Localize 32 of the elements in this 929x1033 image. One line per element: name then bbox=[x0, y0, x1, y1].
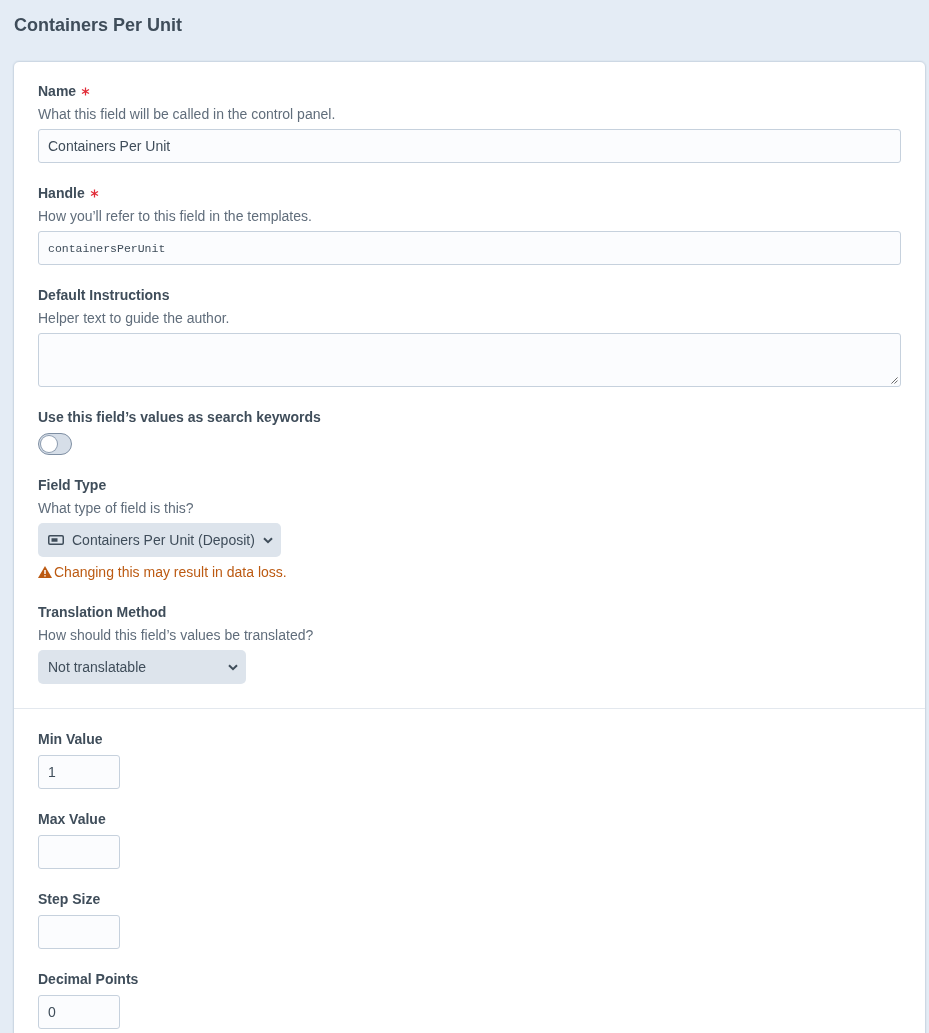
field-label: Field Type bbox=[38, 476, 107, 495]
resize-grip-icon[interactable] bbox=[891, 377, 898, 384]
number-input[interactable] bbox=[38, 915, 120, 949]
text-input[interactable]: containersPerUnit bbox=[38, 231, 901, 265]
field-label: Use this field’s values as search keywords bbox=[38, 408, 321, 427]
field-instructions: What this field will be called in the control panel. bbox=[38, 105, 336, 124]
field-instructions: What type of field is this? bbox=[38, 499, 194, 518]
field-instructions: Helper text to guide the author. bbox=[38, 309, 230, 328]
field-label: Max Value bbox=[38, 810, 106, 829]
warning-icon bbox=[38, 566, 52, 578]
field-label: Name bbox=[38, 82, 77, 101]
caret-icon bbox=[228, 663, 238, 671]
input-box-icon bbox=[48, 535, 64, 545]
textarea-field[interactable] bbox=[38, 333, 901, 387]
number-input[interactable]: 0 bbox=[38, 995, 120, 1029]
caret-icon bbox=[262, 536, 273, 544]
field-label: Handle bbox=[38, 184, 85, 203]
warning-text: Changing this may result in data loss. bbox=[54, 563, 287, 582]
field-instructions: How you’ll refer to this field in the templates. bbox=[38, 207, 312, 226]
field-label: Decimal Points bbox=[38, 970, 139, 989]
text-input[interactable]: Containers Per Unit bbox=[38, 129, 901, 163]
field-label: Default Instructions bbox=[38, 286, 170, 305]
field-label: Step Size bbox=[38, 890, 101, 909]
field-label: Min Value bbox=[38, 730, 103, 749]
select-menu[interactable]: Containers Per Unit (Deposit) bbox=[38, 523, 281, 557]
number-input[interactable]: 1 bbox=[38, 755, 120, 789]
page-title: Containers Per Unit bbox=[13, 14, 184, 37]
field-label: Translation Method bbox=[38, 603, 167, 622]
toggle-switch[interactable] bbox=[38, 433, 72, 455]
number-input[interactable] bbox=[38, 835, 120, 869]
field-instructions: How should this field’s values be translated? bbox=[38, 626, 314, 645]
select-menu[interactable]: Not translatable bbox=[38, 650, 246, 684]
